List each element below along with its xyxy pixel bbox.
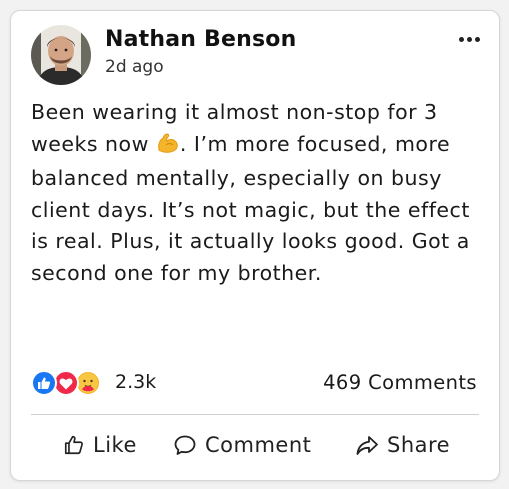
avatar[interactable] (31, 25, 91, 85)
like-label: Like (93, 433, 137, 457)
post-timestamp[interactable]: 2d ago (105, 57, 164, 77)
reaction-icons (31, 369, 109, 397)
like-button[interactable]: Like (63, 429, 137, 461)
post-card: Nathan Benson 2d ago Been wearing it alm… (10, 10, 500, 481)
more-options-icon[interactable] (455, 29, 483, 49)
reactions-summary[interactable]: 2.3k (31, 369, 156, 397)
divider (31, 414, 479, 415)
comments-count[interactable]: 469 Comments (323, 371, 477, 394)
comment-button[interactable]: Comment (173, 429, 311, 461)
flexed-biceps-icon (156, 132, 180, 164)
thumbs-up-icon (64, 435, 83, 455)
post-actions: Like Comment Share (11, 425, 501, 465)
like-icon (31, 370, 57, 396)
avatar-photo (31, 25, 91, 85)
share-button[interactable]: Share (355, 429, 450, 461)
share-arrow-icon (356, 436, 378, 455)
comment-label: Comment (205, 433, 312, 457)
post-body: Been wearing it almost non-stop for 3 we… (31, 97, 486, 289)
comment-bubble-icon (174, 435, 196, 455)
share-label: Share (387, 433, 451, 457)
reactions-count: 2.3k (115, 371, 157, 393)
author-name[interactable]: Nathan Benson (105, 27, 296, 52)
